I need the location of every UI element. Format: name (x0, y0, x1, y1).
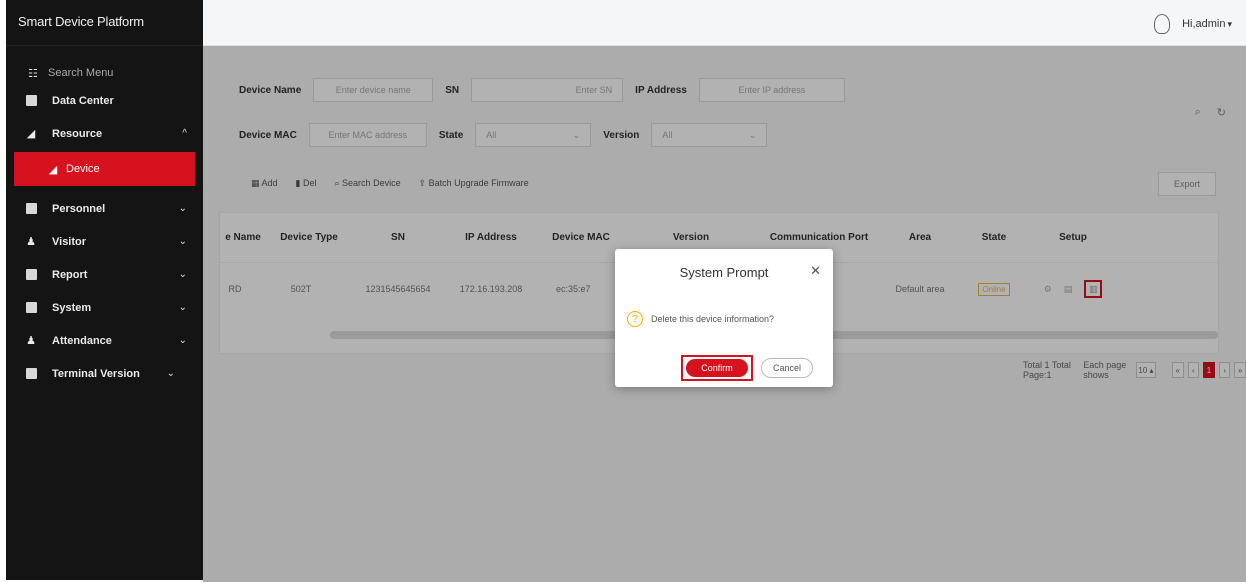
sidebar-item-device[interactable]: ◢ Device (14, 152, 195, 186)
user-menu[interactable]: Hi,admin ▾ (1154, 14, 1232, 34)
sidebar-item-label: System (52, 301, 92, 314)
sidebar-item-label: Visitor (52, 235, 87, 248)
close-icon[interactable]: ✕ (810, 263, 821, 279)
dialog-message-text: Delete this device information? (651, 314, 775, 324)
top-bar: Hi,admin ▾ (203, 0, 1246, 46)
app-title: Smart Device Platform (6, 0, 203, 46)
dialog-title: System Prompt (679, 265, 769, 280)
sidebar-item-label: Report (52, 268, 88, 281)
confirm-button[interactable]: Confirm (681, 355, 753, 381)
sidebar-item-personnel[interactable]: Personnel ⌄ (6, 192, 203, 225)
sidebar: Smart Device Platform ☷ Search Menu Data… (6, 0, 203, 580)
chevron-up-icon: ^ (182, 128, 187, 139)
avatar-icon (1154, 14, 1171, 34)
monitor-icon (24, 95, 38, 107)
chevron-down-icon: ⌄ (178, 335, 187, 346)
confirm-label: Confirm (686, 359, 748, 377)
sidebar-item-resource[interactable]: ◢ Resource ^ (6, 117, 203, 150)
sidebar-item-label: Resource (52, 127, 103, 140)
personnel-icon (24, 203, 38, 215)
sidebar-item-label: Device (66, 163, 100, 175)
system-icon (24, 302, 38, 314)
visitor-icon: ♟ (26, 236, 36, 248)
chevron-down-icon: ⌄ (178, 236, 187, 247)
device-icon: ◢ (48, 163, 58, 176)
sidebar-item-label: Terminal Version (52, 367, 140, 380)
sidebar-item-data-center[interactable]: Data Center (6, 84, 203, 117)
attendance-icon: ♟ (26, 335, 36, 347)
terminal-icon (24, 368, 38, 380)
sidebar-item-attendance[interactable]: ♟ Attendance ⌄ (6, 324, 203, 357)
cancel-button[interactable]: Cancel (761, 358, 813, 378)
sidebar-item-system[interactable]: System ⌄ (6, 291, 203, 324)
search-menu[interactable]: ☷ Search Menu (6, 46, 203, 84)
sidebar-item-label: Personnel (52, 202, 106, 215)
sidebar-item-label: Data Center (52, 94, 114, 107)
sidebar-item-visitor[interactable]: ♟ Visitor ⌄ (6, 225, 203, 258)
chevron-down-icon: ⌄ (166, 368, 175, 379)
user-greeting: Hi,admin (1182, 18, 1226, 30)
dialog-message: ? Delete this device information? (627, 311, 774, 327)
resource-icon: ◢ (26, 128, 36, 140)
chevron-down-icon: ▾ (1227, 18, 1232, 29)
sidebar-item-report[interactable]: Report ⌄ (6, 258, 203, 291)
chevron-down-icon: ⌄ (178, 302, 187, 313)
search-menu-label: Search Menu (48, 67, 114, 79)
sidebar-item-terminal-version[interactable]: Terminal Version ⌄ (6, 357, 203, 390)
search-menu-icon: ☷ (28, 67, 38, 80)
system-prompt-dialog: System Prompt ✕ ? Delete this device inf… (615, 249, 833, 387)
chevron-down-icon: ⌄ (178, 269, 187, 280)
chevron-down-icon: ⌄ (178, 203, 187, 214)
sidebar-item-label: Attendance (52, 334, 112, 347)
question-icon: ? (627, 311, 643, 327)
report-icon (24, 269, 38, 281)
